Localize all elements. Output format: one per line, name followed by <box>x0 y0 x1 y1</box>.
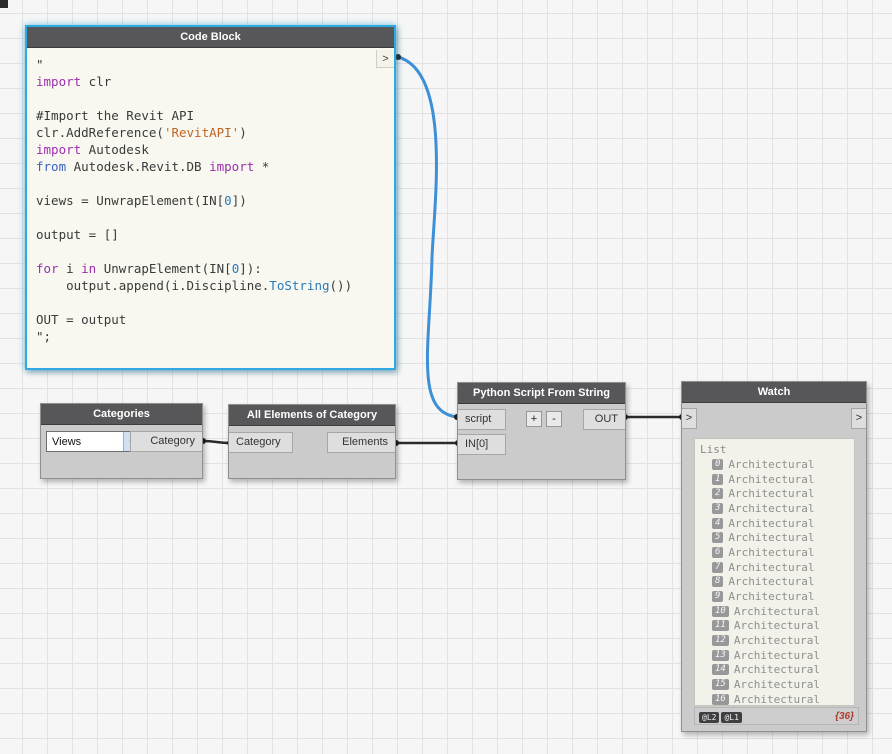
watch-list-item: 12 Architectural <box>700 633 849 648</box>
watch-list-item: 6 Architectural <box>700 545 849 560</box>
watch-list-item: 4 Architectural <box>700 516 849 531</box>
watch-list-item: 8 Architectural <box>700 575 849 590</box>
watch-list-item: 0 Architectural <box>700 457 849 472</box>
dynamo-workspace-canvas[interactable]: Code Block " import clr #Import the Revit… <box>0 0 892 754</box>
categories-header[interactable]: Categories <box>41 404 202 425</box>
wire-codeblock-to-python-script[interactable] <box>397 55 458 419</box>
node-all-elements-of-category[interactable]: All Elements of Category Category Elemen… <box>228 404 396 479</box>
watch-list[interactable]: List 0 Architectural 1 Architectural 2 Archit… <box>694 438 855 706</box>
code-block-output-port[interactable]: > <box>376 50 394 68</box>
watch-list-item: 16 Architectural <box>700 692 849 705</box>
watch-item-count-badge: {36} <box>835 710 854 722</box>
code-block-header[interactable]: Code Block <box>27 27 394 48</box>
watch-list-item: 3 Architectural <box>700 501 849 516</box>
categories-output-port[interactable]: Category <box>130 431 202 452</box>
remove-input-button[interactable]: - <box>546 411 562 427</box>
watch-header[interactable]: Watch <box>682 382 866 403</box>
watch-list-item: 13 Architectural <box>700 648 849 663</box>
watch-list-item: 1 Architectural <box>700 472 849 487</box>
watch-list-item: 7 Architectural <box>700 560 849 575</box>
watch-list-item: 11 Architectural <box>700 619 849 634</box>
watch-level-tags: @L2 @L1 <box>699 707 744 725</box>
watch-list-item: 15 Architectural <box>700 677 849 692</box>
node-categories[interactable]: Categories Views ▾ Category <box>40 403 203 479</box>
all-elements-input-port[interactable]: Category <box>229 432 293 453</box>
watch-footer-bar: @L2 @L1 {36} <box>694 707 859 725</box>
workspace-origin-marker <box>0 0 8 8</box>
python-script-header[interactable]: Python Script From String <box>458 383 625 404</box>
node-python-script-from-string[interactable]: Python Script From String script + - OUT… <box>457 382 626 480</box>
watch-list-item: 14 Architectural <box>700 663 849 678</box>
watch-list-items: 0 Architectural 1 Architectural 2 Architectur… <box>700 457 849 705</box>
watch-list-item: 5 Architectural <box>700 530 849 545</box>
all-elements-output-port[interactable]: Elements <box>327 432 395 453</box>
watch-list-item: 9 Architectural <box>700 589 849 604</box>
watch-output-port[interactable]: > <box>851 408 866 429</box>
node-watch[interactable]: Watch > > List 0 Architectural 1 Architectu… <box>681 381 867 732</box>
add-input-button[interactable]: + <box>526 411 542 427</box>
watch-list-item: 2 Architectural <box>700 486 849 501</box>
categories-dropdown-value: Views <box>52 435 82 448</box>
categories-dropdown[interactable]: Views ▾ <box>46 431 140 452</box>
watch-list-type-label: List <box>700 443 727 456</box>
python-in0-port[interactable]: IN[0] <box>458 434 506 455</box>
node-code-block[interactable]: Code Block " import clr #Import the Revit… <box>25 25 396 370</box>
python-script-input-port[interactable]: script <box>458 409 506 430</box>
wire-categories-to-allelements[interactable] <box>202 439 231 445</box>
level-tag[interactable]: @L2 <box>699 712 720 723</box>
watch-list-item: 10 Architectural <box>700 604 849 619</box>
watch-input-port[interactable]: > <box>682 408 697 429</box>
all-elements-header[interactable]: All Elements of Category <box>229 405 395 426</box>
code-editor[interactable]: " import clr #Import the Revit API clr.Add… <box>36 56 372 362</box>
level-tag[interactable]: @L1 <box>721 712 742 723</box>
python-output-port[interactable]: OUT <box>583 409 625 430</box>
